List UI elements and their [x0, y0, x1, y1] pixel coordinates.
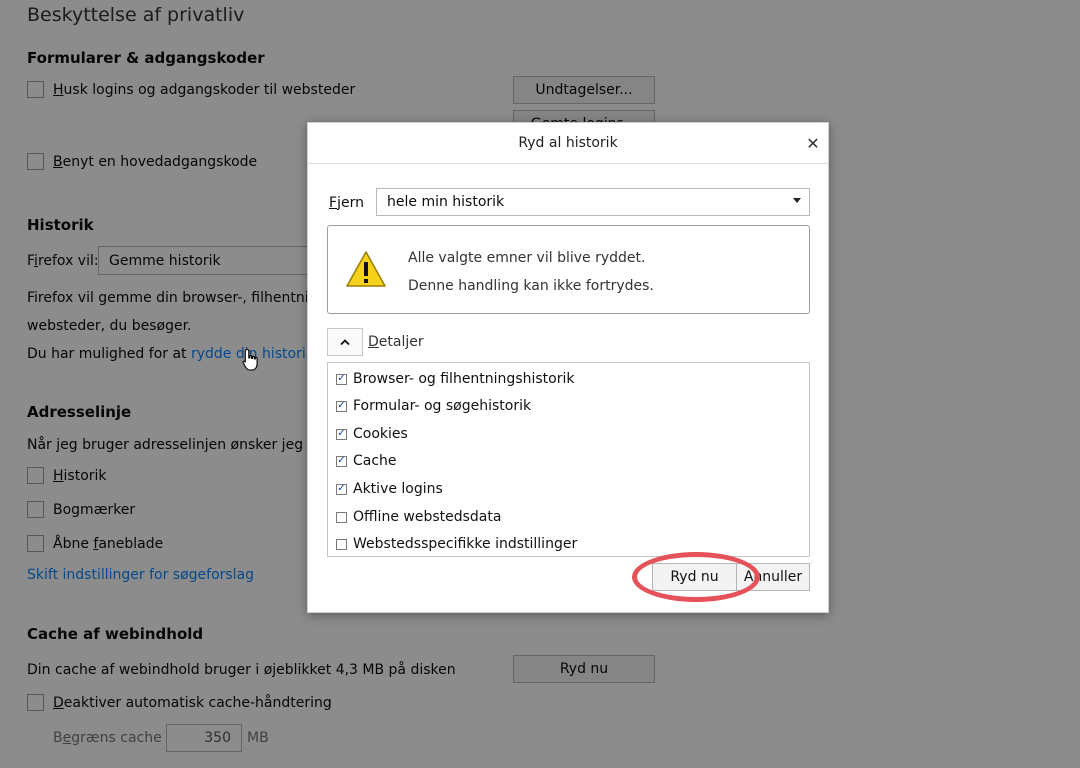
item-label: Webstedsspecifikke indstillinger [353, 536, 578, 552]
time-range-select[interactable]: hele min historik [376, 188, 810, 216]
cancel-button[interactable]: Annuller [736, 563, 810, 591]
item-checkbox[interactable]: ✓ [336, 455, 347, 467]
item-checkbox[interactable]: ✓ [336, 373, 347, 385]
close-icon[interactable]: ✕ [804, 134, 822, 153]
clear-history-dialog: Ryd al historik ✕ Fjern hele min histori… [307, 122, 829, 613]
clear-items-list: ✓ Browser- og filhentningshistorik ✓ Formu… [327, 362, 810, 557]
item-label: Offline webstedsdata [353, 509, 502, 525]
item-checkbox[interactable]: ✓ [336, 400, 347, 412]
warning-icon [346, 251, 386, 287]
details-toggle-button[interactable] [327, 328, 363, 356]
item-checkbox[interactable]: ✓ [336, 483, 347, 495]
chevron-up-icon [340, 339, 350, 346]
item-label: Cache [353, 453, 397, 469]
clear-now-button[interactable]: Ryd nu [652, 563, 737, 591]
list-item[interactable]: ✓ Browser- og filhentningshistorik [336, 369, 574, 389]
warning-line1: Alle valgte emner vil blive ryddet. [408, 250, 646, 266]
time-range-value: hele min historik [387, 194, 505, 210]
chevron-down-icon [793, 198, 801, 203]
item-checkbox[interactable] [336, 538, 347, 550]
warning-line2: Denne handling kan ikke fortrydes. [408, 278, 654, 294]
item-label: Aktive logins [353, 481, 443, 497]
hand-cursor-icon [242, 348, 258, 371]
item-checkbox[interactable] [336, 511, 347, 523]
item-label: Cookies [353, 426, 408, 442]
list-item[interactable]: ✓ Formular- og søgehistorik [336, 396, 531, 416]
item-label: Formular- og søgehistorik [353, 398, 532, 414]
dialog-title: Ryd al historik [308, 123, 828, 164]
list-item[interactable]: ✓ Cookies [336, 424, 408, 444]
list-item[interactable]: Webstedsspecifikke indstillinger [336, 534, 577, 554]
warning-box: Alle valgte emner vil blive ryddet. Denn… [327, 225, 810, 314]
list-item[interactable]: Offline webstedsdata [336, 507, 501, 527]
range-label: Fjern [329, 195, 364, 211]
item-label: Browser- og filhentningshistorik [353, 371, 575, 387]
details-label[interactable]: Detaljer [368, 334, 424, 350]
item-checkbox[interactable]: ✓ [336, 428, 347, 440]
list-item[interactable]: ✓ Cache [336, 451, 397, 471]
list-item[interactable]: ✓ Aktive logins [336, 479, 443, 499]
